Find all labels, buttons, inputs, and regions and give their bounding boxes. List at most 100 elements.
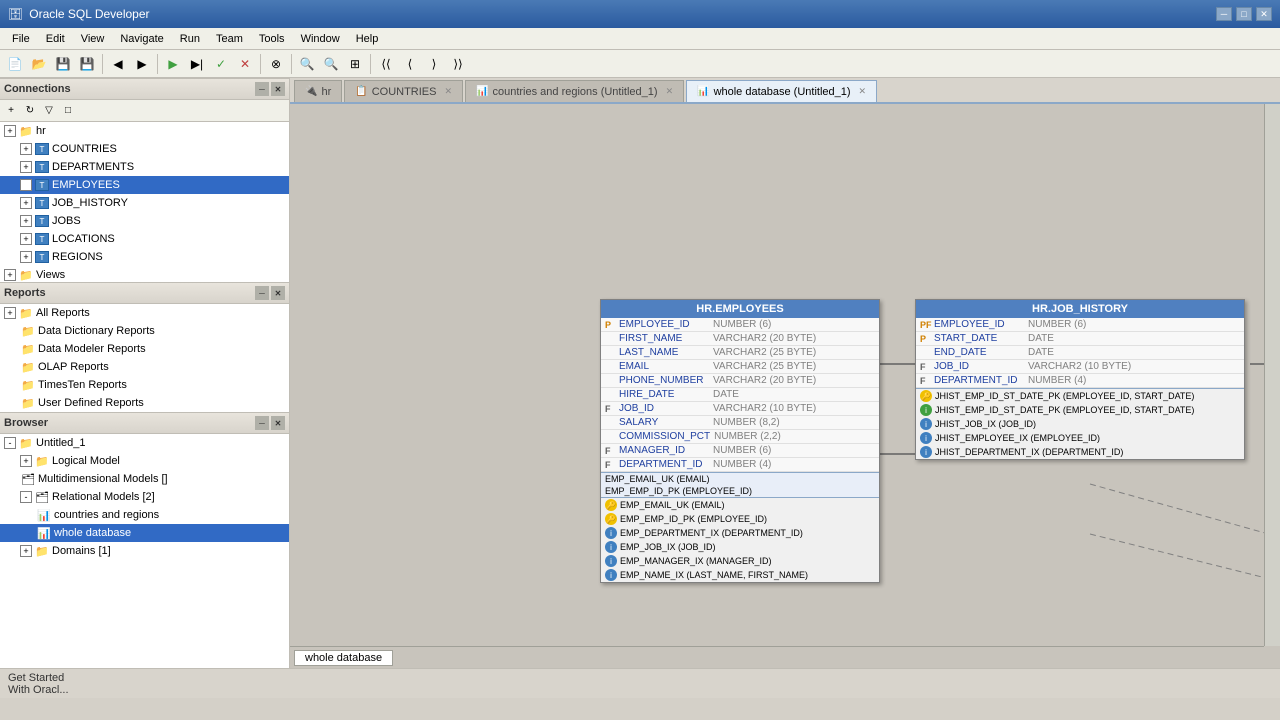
tree-item-countries[interactable]: + T COUNTRIES [0, 140, 289, 158]
expand-locations[interactable]: + [20, 233, 32, 245]
canvas-scrollbar-right[interactable] [1264, 104, 1280, 646]
tree-item-job-history[interactable]: + T JOB_HISTORY [0, 194, 289, 212]
expand-hr[interactable]: + [4, 125, 16, 137]
tb-open-btn[interactable]: 📂 [28, 53, 50, 75]
tab-whole-database-close[interactable]: ✕ [859, 86, 867, 97]
browser-panel: Browser ─ ✕ - 📁 Untitled_1 + 📁 Logical M… [0, 412, 289, 668]
tree-item-hr[interactable]: + 📁 hr [0, 122, 289, 140]
menu-run[interactable]: Run [172, 31, 208, 47]
minimize-button[interactable]: ─ [1216, 7, 1232, 21]
title-controls[interactable]: ─ □ ✕ [1216, 7, 1272, 21]
tree-item-employees[interactable]: - T EMPLOYEES [0, 176, 289, 194]
tb-forward-btn[interactable]: ▶ [131, 53, 153, 75]
tab-countries-close[interactable]: ✕ [444, 86, 452, 97]
tree-item-domains[interactable]: + 📁 Domains [1] [0, 542, 289, 560]
tb-save-btn[interactable]: 💾 [52, 53, 74, 75]
expand-countries[interactable]: + [20, 143, 32, 155]
tree-item-data-modeler[interactable]: 📁 Data Modeler Reports [0, 340, 289, 358]
expand-relational[interactable]: - [20, 491, 32, 503]
emp-col-hire-date: HIRE_DATE DATE [601, 388, 879, 402]
tab-whole-database[interactable]: 📊 whole database (Untitled_1) ✕ [686, 80, 877, 102]
menu-tools[interactable]: Tools [251, 31, 293, 47]
tb-commit-btn[interactable]: ✓ [210, 53, 232, 75]
tree-item-views[interactable]: + 📁 Views [0, 266, 289, 282]
employees-erd-table[interactable]: HR.EMPLOYEES P EMPLOYEE_ID NUMBER (6) FI… [600, 299, 880, 583]
menu-edit[interactable]: Edit [38, 31, 73, 47]
tree-item-regions[interactable]: + T REGIONS [0, 248, 289, 266]
tb-new-btn[interactable]: 📄 [4, 53, 26, 75]
type-job-id: VARCHAR2 (10 BYTE) [713, 403, 816, 414]
conn-refresh-btn[interactable]: ↻ [21, 102, 39, 120]
expand-domains[interactable]: + [20, 545, 32, 557]
tree-item-user-defined[interactable]: 📁 User Defined Reports [0, 394, 289, 412]
browser-close[interactable]: ✕ [271, 416, 285, 430]
tb-back-btn[interactable]: ◀ [107, 53, 129, 75]
job-history-erd-table[interactable]: HR.JOB_HISTORY PF EMPLOYEE_ID NUMBER (6)… [915, 299, 1245, 460]
expand-untitled1[interactable]: - [4, 437, 16, 449]
tb-run-script-btn[interactable]: ▶| [186, 53, 208, 75]
expand-views[interactable]: + [4, 269, 16, 281]
expand-regions[interactable]: + [20, 251, 32, 263]
canvas-tab-whole-database[interactable]: whole database [294, 650, 393, 666]
tree-label-multidim: Multidimensional Models [] [38, 473, 168, 485]
tree-label-data-dict: Data Dictionary Reports [38, 325, 155, 337]
tree-item-olap[interactable]: 📁 OLAP Reports [0, 358, 289, 376]
reports-close[interactable]: ✕ [271, 286, 285, 300]
menu-view[interactable]: View [73, 31, 113, 47]
menu-help[interactable]: Help [348, 31, 387, 47]
tb-rollback-btn[interactable]: ✕ [234, 53, 256, 75]
expand-all-reports[interactable]: + [4, 307, 16, 319]
tree-item-departments[interactable]: + T DEPARTMENTS [0, 158, 289, 176]
tree-label-jobs: JOBS [52, 215, 81, 227]
tree-item-timesten[interactable]: 📁 TimesTen Reports [0, 376, 289, 394]
tb-zoom-in-btn[interactable]: 🔍 [296, 53, 318, 75]
reports-panel-controls[interactable]: ─ ✕ [255, 286, 285, 300]
tb-nav3-btn[interactable]: ⟩ [423, 53, 445, 75]
maximize-button[interactable]: □ [1236, 7, 1252, 21]
erd-canvas[interactable]: HR.EMPLOYEES P EMPLOYEE_ID NUMBER (6) FI… [290, 104, 1280, 668]
browser-panel-controls[interactable]: ─ ✕ [255, 416, 285, 430]
browser-minimize[interactable]: ─ [255, 416, 269, 430]
tree-item-jobs[interactable]: + T JOBS [0, 212, 289, 230]
connections-minimize[interactable]: ─ [255, 82, 269, 96]
expand-employees[interactable]: - [20, 179, 32, 191]
tree-item-untitled1[interactable]: - 📁 Untitled_1 [0, 434, 289, 452]
tb-save-all-btn[interactable]: 💾 [76, 53, 98, 75]
connections-close[interactable]: ✕ [271, 82, 285, 96]
menu-navigate[interactable]: Navigate [112, 31, 171, 47]
tb-nav1-btn[interactable]: ⟨⟨ [375, 53, 397, 75]
menu-file[interactable]: File [4, 31, 38, 47]
expand-job-history[interactable]: + [20, 197, 32, 209]
tree-item-relational[interactable]: - 🗂 Relational Models [2] [0, 488, 289, 506]
reports-minimize[interactable]: ─ [255, 286, 269, 300]
tree-item-locations[interactable]: + T LOCATIONS [0, 230, 289, 248]
expand-jobs[interactable]: + [20, 215, 32, 227]
connections-panel-controls[interactable]: ─ ✕ [255, 82, 285, 96]
tree-item-whole-database[interactable]: 📊 whole database [0, 524, 289, 542]
tab-hr[interactable]: 🔌 hr [294, 80, 342, 102]
conn-schema-btn[interactable]: □ [59, 102, 77, 120]
tree-item-all-reports[interactable]: + 📁 All Reports [0, 304, 289, 322]
tab-countries-regions[interactable]: 📊 countries and regions (Untitled_1) ✕ [465, 80, 684, 102]
expand-departments[interactable]: + [20, 161, 32, 173]
close-button[interactable]: ✕ [1256, 7, 1272, 21]
tree-label-countries: COUNTRIES [52, 143, 117, 155]
tb-zoom-out-btn[interactable]: 🔍 [320, 53, 342, 75]
conn-filter-btn[interactable]: ▽ [40, 102, 58, 120]
tb-run-btn[interactable]: ▶ [162, 53, 184, 75]
tab-countries[interactable]: 📋 COUNTRIES ✕ [344, 80, 463, 102]
conn-add-btn[interactable]: + [2, 102, 20, 120]
tab-countries-regions-close[interactable]: ✕ [666, 86, 674, 97]
tree-item-multidim[interactable]: 🗂 Multidimensional Models [] [0, 470, 289, 488]
idx-icon-dept-ix: i [605, 527, 617, 539]
tree-item-countries-regions-model[interactable]: 📊 countries and regions [0, 506, 289, 524]
tree-item-data-dict[interactable]: 📁 Data Dictionary Reports [0, 322, 289, 340]
menu-window[interactable]: Window [293, 31, 348, 47]
tb-nav2-btn[interactable]: ⟨ [399, 53, 421, 75]
menu-team[interactable]: Team [208, 31, 251, 47]
tb-nav4-btn[interactable]: ⟩⟩ [447, 53, 469, 75]
expand-logical[interactable]: + [20, 455, 32, 467]
tree-item-logical-model[interactable]: + 📁 Logical Model [0, 452, 289, 470]
tb-cancel-btn[interactable]: ⊗ [265, 53, 287, 75]
tb-fit-btn[interactable]: ⊞ [344, 53, 366, 75]
